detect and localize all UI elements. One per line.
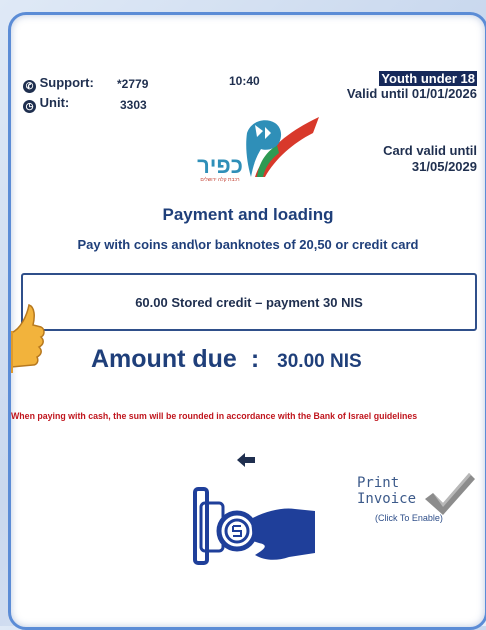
profile-info: Youth under 18 Valid until 01/01/2026 xyxy=(347,71,477,101)
amount-due-value: 30.00 NIS xyxy=(277,351,362,372)
cash-rounding-notice: When paying with cash, the sum will be r… xyxy=(11,411,418,421)
payment-illustration xyxy=(193,487,315,565)
clock: 10:40 xyxy=(229,74,260,88)
unit-label-row: ◷ Unit: xyxy=(23,95,69,113)
card-validity: Card valid until 31/05/2029 xyxy=(383,143,477,175)
payment-option-label: 60.00 Stored credit – payment 30 NIS xyxy=(135,294,363,310)
amount-due-label: Amount due xyxy=(91,345,237,373)
checkmark-shape xyxy=(425,473,475,515)
unit-number: 3303 xyxy=(120,98,147,112)
thumbs-up-shape xyxy=(11,304,45,373)
logo-name: כפיר xyxy=(197,153,243,178)
amount-due: Amount due:30.00 NIS xyxy=(91,345,362,374)
back-arrow-shape xyxy=(237,453,255,467)
support-label: Support: xyxy=(39,75,94,90)
thumbs-up-hand-icon xyxy=(11,303,47,393)
profile-valid: Valid until 01/01/2026 xyxy=(346,86,477,101)
card-insert-icon xyxy=(185,483,321,569)
amount-due-colon: : xyxy=(250,345,260,373)
page-title: Payment and loading xyxy=(162,205,334,224)
kfir-logo: כפיר רכבת קלה ירושלים xyxy=(185,103,325,183)
kiosk-screen: ✆ Support: *2779 ◷ Unit: 3303 10:40 Yout… xyxy=(8,12,486,630)
logo-tagline: רכבת קלה ירושלים xyxy=(200,177,240,183)
card-valid-label: Card valid until xyxy=(383,143,477,158)
card-valid-date: 31/05/2029 xyxy=(411,159,477,174)
profile-name: Youth under 18 xyxy=(379,71,477,86)
page-subtitle: Pay with coins and\or banknotes of 20,50… xyxy=(77,237,419,252)
support-label-row: ✆ Support: xyxy=(23,75,94,93)
phone-icon: ✆ xyxy=(23,80,36,93)
payment-option-button[interactable]: 60.00 Stored credit – payment 30 NIS xyxy=(21,273,477,331)
unit-icon: ◷ xyxy=(23,100,36,113)
unit-label: Unit: xyxy=(39,95,70,110)
support-number: *2779 xyxy=(117,77,149,91)
checkmark-icon[interactable] xyxy=(423,471,477,519)
arrow-left-icon[interactable] xyxy=(237,451,255,472)
